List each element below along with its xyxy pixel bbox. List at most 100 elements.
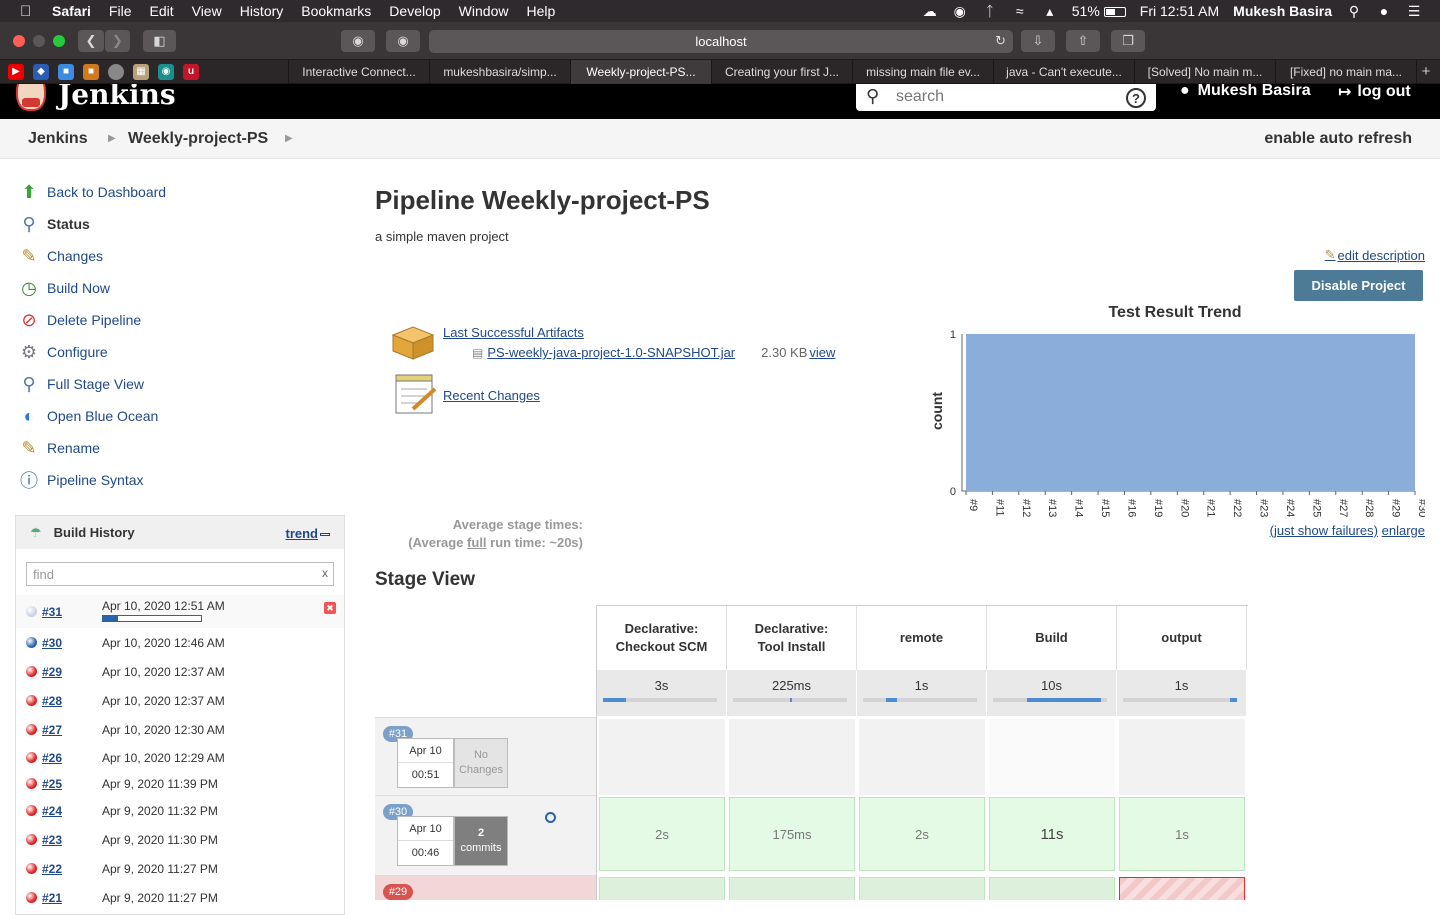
new-tab-button[interactable]: + <box>1417 60 1435 83</box>
build-date-link[interactable]: Apr 10, 2020 12:29 AM <box>102 751 225 765</box>
build-date-link[interactable]: Apr 10, 2020 12:46 AM <box>102 636 225 650</box>
enable-auto-refresh-link[interactable]: enable auto refresh <box>1264 130 1412 148</box>
stage-cell-success[interactable]: 11s <box>989 797 1115 871</box>
siri-icon[interactable]: ● <box>1376 3 1392 19</box>
pinned-tab-icon[interactable]: ■ <box>83 63 99 80</box>
stage-cell-success[interactable]: 1s <box>1119 797 1245 871</box>
bluetooth-icon[interactable]: ᛏ <box>982 3 998 19</box>
close-window-icon[interactable] <box>13 35 25 47</box>
disable-project-button[interactable]: Disable Project <box>1294 270 1423 301</box>
menu-develop[interactable]: Develop <box>389 3 440 19</box>
breadcrumb-project[interactable]: Weekly-project-PS <box>128 130 268 148</box>
apple-menu-icon[interactable]:  <box>20 3 38 20</box>
browser-tab[interactable]: [Fixed] no main ma... <box>1276 60 1417 84</box>
udemy-pinned-icon[interactable]: u <box>183 63 199 80</box>
grammarly-extension-button[interactable]: ◉ <box>341 30 375 52</box>
task-full-stage-view[interactable]: ⚲ Full Stage View <box>18 368 338 400</box>
build-find-input[interactable]: find x <box>26 562 334 586</box>
build-number-link[interactable]: #23 <box>42 833 62 847</box>
help-icon[interactable]: ? <box>1126 88 1146 108</box>
cloud-icon[interactable]: ☁ <box>922 3 938 20</box>
jenkins-logo[interactable]: Jenkins <box>16 84 176 111</box>
downloads-button[interactable]: ⇩ <box>1021 30 1055 52</box>
browser-tab[interactable]: java - Can't execute... <box>994 60 1135 84</box>
breadcrumb-separator-icon[interactable]: ▶ <box>285 133 293 144</box>
tab-overview-button[interactable]: ❐ <box>1111 30 1145 52</box>
browser-tab[interactable]: [Solved] No main m... <box>1135 60 1276 84</box>
last-successful-artifacts-link[interactable]: Last Successful Artifacts <box>443 325 584 340</box>
pinned-tab-icon[interactable]: ▦ <box>133 63 149 80</box>
build-date-link[interactable]: Apr 10, 2020 12:37 AM <box>102 694 225 708</box>
artifact-view-link[interactable]: view <box>809 345 835 360</box>
run-badge[interactable]: #29 <box>383 884 413 900</box>
stage-cell-success[interactable] <box>599 877 725 900</box>
fullscreen-window-icon[interactable] <box>53 35 65 47</box>
task-configure[interactable]: ⚙ Configure <box>18 336 338 368</box>
menu-edit[interactable]: Edit <box>149 3 173 19</box>
menu-help[interactable]: Help <box>526 3 555 19</box>
ghostery-extension-button[interactable]: ◉ <box>386 30 420 52</box>
vpn-icon[interactable]: ◉ <box>952 3 968 20</box>
wifi-icon[interactable]: ≈ <box>1012 3 1028 19</box>
build-date-link[interactable]: Apr 10, 2020 12:51 AM <box>102 599 225 613</box>
reload-icon[interactable]: ↻ <box>995 33 1006 49</box>
clear-find-icon[interactable]: x <box>322 566 328 580</box>
run-commits-badge[interactable]: 2 commits <box>454 816 508 866</box>
build-number-link[interactable]: #30 <box>42 636 62 650</box>
build-number-link[interactable]: #27 <box>42 723 62 737</box>
task-delete-pipeline[interactable]: ⊘ Delete Pipeline <box>18 304 338 336</box>
artifact-file-link[interactable]: PS-weekly-java-project-1.0-SNAPSHOT.jar <box>487 345 735 360</box>
task-open-blue-ocean[interactable]: ◐ Open Blue Ocean <box>18 400 338 432</box>
avg-full-link[interactable]: full <box>467 535 487 550</box>
edit-description-link[interactable]: ✎ edit description <box>1325 247 1425 263</box>
build-number-link[interactable]: #31 <box>42 605 62 619</box>
browser-tab[interactable]: Interactive Connect... <box>289 60 430 84</box>
build-number-link[interactable]: #21 <box>42 891 62 905</box>
stage-cell-success[interactable] <box>729 877 855 900</box>
task-changes[interactable]: ✎ Changes <box>18 240 338 272</box>
breadcrumb-jenkins[interactable]: Jenkins <box>28 130 88 148</box>
logout-link[interactable]: ↦ log out <box>1338 84 1411 102</box>
task-status[interactable]: ⚲ Status <box>18 208 338 240</box>
menu-view[interactable]: View <box>192 3 222 19</box>
pinned-tab-icon[interactable]: ■ <box>58 63 74 80</box>
build-date-link[interactable]: Apr 9, 2020 11:27 PM <box>102 891 218 905</box>
menubar-user[interactable]: Mukesh Basira <box>1233 3 1332 19</box>
task-back-to-dashboard[interactable]: ⬆ Back to Dashboard <box>18 176 338 208</box>
run-info-icon[interactable] <box>545 812 556 823</box>
build-date-link[interactable]: Apr 9, 2020 11:30 PM <box>102 833 218 847</box>
task-rename[interactable]: ✎ Rename <box>18 432 338 464</box>
build-date-link[interactable]: Apr 10, 2020 12:30 AM <box>102 723 225 737</box>
browser-tab[interactable]: mukeshbasira/simp... <box>430 60 571 84</box>
build-number-link[interactable]: #24 <box>42 804 62 818</box>
task-build-now[interactable]: ◷ Build Now <box>18 272 338 304</box>
build-date-link[interactable]: Apr 9, 2020 11:27 PM <box>102 862 218 876</box>
trend-toggle-icon[interactable] <box>320 533 330 536</box>
build-number-link[interactable]: #26 <box>42 751 62 765</box>
build-number-link[interactable]: #25 <box>42 777 62 791</box>
browser-tab[interactable]: Creating your first J... <box>712 60 853 84</box>
spotlight-search-icon[interactable]: ⚲ <box>1346 3 1362 20</box>
minimize-window-icon[interactable] <box>33 35 45 47</box>
build-date-link[interactable]: Apr 9, 2020 11:32 PM <box>102 804 218 818</box>
volume-icon[interactable]: ▴ <box>1042 3 1058 20</box>
search-input[interactable] <box>896 88 1116 106</box>
task-pipeline-syntax[interactable]: ⓘ Pipeline Syntax <box>18 464 338 496</box>
pinned-tab-icon[interactable]: ◉ <box>158 63 174 80</box>
build-number-link[interactable]: #28 <box>42 694 62 708</box>
forward-button[interactable]: ❯ <box>105 30 130 52</box>
build-date-link[interactable]: Apr 9, 2020 11:39 PM <box>102 777 218 791</box>
battery-status[interactable]: 51% <box>1072 3 1126 19</box>
build-date-link[interactable]: Apr 10, 2020 12:37 AM <box>102 665 225 679</box>
stage-cell-success[interactable]: 2s <box>599 797 725 871</box>
menu-window[interactable]: Window <box>459 3 509 19</box>
build-progress-bar[interactable] <box>102 615 202 622</box>
pinned-tab-icon[interactable] <box>108 63 124 80</box>
menu-history[interactable]: History <box>240 3 284 19</box>
trend-link[interactable]: trend <box>286 526 319 541</box>
build-number-link[interactable]: #29 <box>42 665 62 679</box>
notification-center-icon[interactable]: ☰ <box>1406 3 1422 20</box>
sidebar-toggle-button[interactable]: ◧ <box>143 30 176 52</box>
breadcrumb-separator-icon[interactable]: ▶ <box>108 133 116 144</box>
stage-cell-success[interactable] <box>989 877 1115 900</box>
